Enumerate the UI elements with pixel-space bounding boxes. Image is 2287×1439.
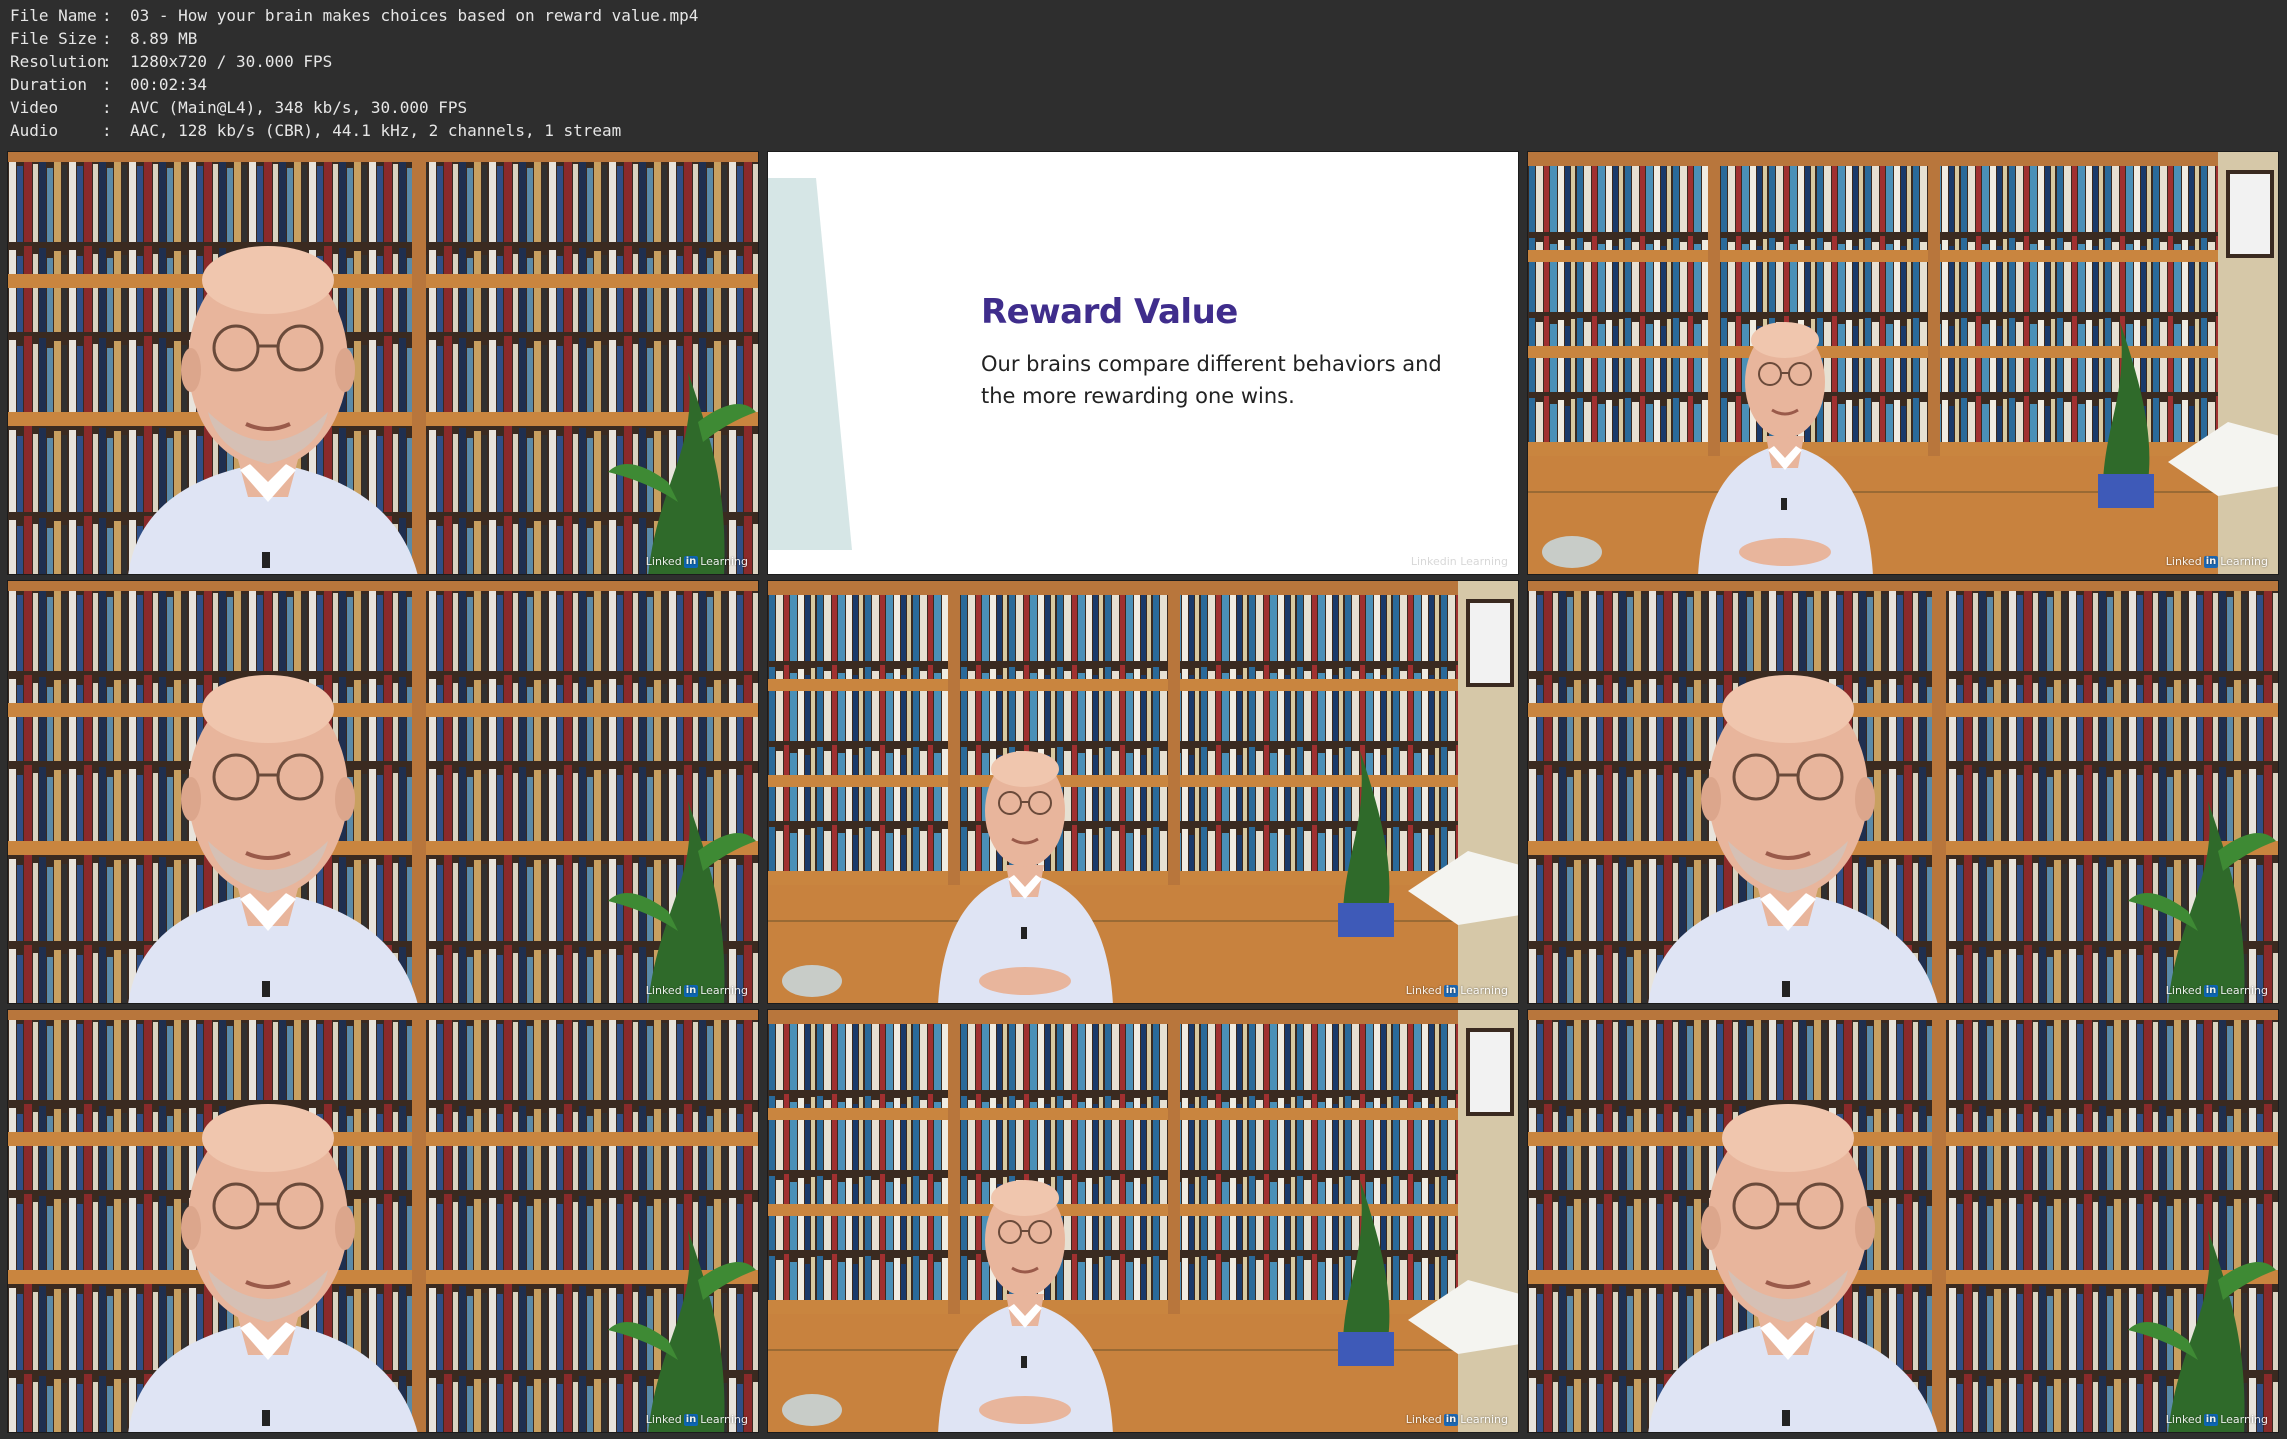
info-row-file-size: File Size:8.89 MB	[10, 27, 197, 50]
info-value: 8.89 MB	[130, 29, 198, 48]
info-row-video: Video: AVC (Main@L4), 348 kb/s, 30.000 FP…	[10, 96, 467, 119]
info-separator: :	[102, 52, 112, 71]
info-row-file-name: File Name:03 - How your brain makes choi…	[10, 4, 698, 27]
thumbnail-frame-7: Linked in Learning	[7, 1009, 759, 1433]
slide-title: Reward Value	[981, 292, 1238, 332]
info-row-audio: Audio: AAC, 128 kb/s (CBR), 44.1 kHz, 2 c…	[10, 119, 621, 142]
linkedin-learning-watermark: Linked in Learning	[1405, 984, 1508, 997]
speaker-closeup-image	[8, 1010, 758, 1432]
linkedin-learning-watermark: Linkedin Learning	[1410, 555, 1508, 568]
info-separator: :	[102, 6, 112, 25]
linkedin-learning-watermark: Linked in Learning	[2165, 1413, 2268, 1426]
speaker-wide-image	[1528, 152, 2278, 574]
info-value: AAC, 128 kb/s (CBR), 44.1 kHz, 2 channel…	[130, 121, 622, 140]
linkedin-learning-watermark: Linked in Learning	[2165, 555, 2268, 568]
linkedin-learning-watermark: Linked in Learning	[645, 984, 748, 997]
info-label: Duration	[10, 75, 88, 94]
info-label: File Size	[10, 29, 97, 48]
info-label: Resolution	[10, 52, 107, 71]
thumbnail-frame-2: Reward Value Our brains compare differen…	[767, 151, 1519, 575]
speaker-wide-image	[768, 1010, 1518, 1432]
linkedin-learning-watermark: Linked in Learning	[645, 555, 748, 568]
info-value: 03 - How your brain makes choices based …	[130, 6, 699, 25]
thumbnail-frame-4: Linked in Learning	[7, 580, 759, 1004]
slide-body: Our brains compare different behaviors a…	[981, 352, 1442, 408]
info-separator: :	[102, 121, 112, 140]
info-value: 1280x720 / 30.000 FPS	[130, 52, 333, 71]
thumbnail-frame-6: Linked in Learning	[1527, 580, 2279, 1004]
info-label: Video	[10, 98, 59, 117]
speaker-wide-image	[768, 581, 1518, 1003]
thumbnail-frame-9: Linked in Learning	[1527, 1009, 2279, 1433]
info-separator: :	[102, 29, 112, 48]
linkedin-learning-watermark: Linked in Learning	[1405, 1413, 1508, 1426]
file-info-header: File Name:03 - How your brain makes choi…	[0, 0, 2287, 150]
speaker-closeup-image	[1528, 581, 2278, 1003]
speaker-closeup-image	[1528, 1010, 2278, 1432]
thumbnail-frame-5: Linked in Learning	[767, 580, 1519, 1004]
info-separator: :	[102, 75, 112, 94]
linkedin-learning-watermark: Linked in Learning	[645, 1413, 748, 1426]
thumbnail-grid: Linked in Learning Reward Value Our brains…	[0, 150, 2287, 1439]
info-label: Audio	[10, 121, 59, 140]
info-row-resolution: Resolution:1280x720 / 30.000 FPS	[10, 50, 332, 73]
speaker-closeup-image	[8, 152, 758, 574]
thumbnail-frame-8: Linked in Learning	[767, 1009, 1519, 1433]
info-value: AVC (Main@L4), 348 kb/s, 30.000 FPS	[130, 98, 468, 117]
info-separator: :	[102, 98, 112, 117]
info-row-duration: Duration:00:02:34	[10, 73, 207, 96]
speaker-closeup-image	[8, 581, 758, 1003]
info-label: File Name	[10, 6, 97, 25]
linkedin-learning-watermark: Linked in Learning	[2165, 984, 2268, 997]
thumbnail-frame-3: Linked in Learning	[1527, 151, 2279, 575]
info-value: 00:02:34	[130, 75, 208, 94]
thumbnail-frame-1: Linked in Learning	[7, 151, 759, 575]
